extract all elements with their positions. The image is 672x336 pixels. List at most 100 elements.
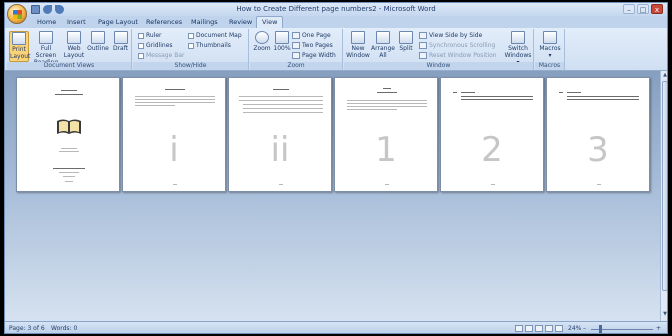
page-thumbnail[interactable] (16, 77, 120, 192)
web-layout-button[interactable]: Web Layout (63, 31, 85, 59)
full-screen-reading-button[interactable]: Full Screen Reading (31, 31, 61, 66)
page-count-status[interactable]: Page: 3 of 6 (9, 325, 45, 332)
document-map-checkbox[interactable]: Document Map (188, 31, 242, 40)
ruler-label: Ruler (146, 32, 162, 39)
web-layout-view-icon[interactable] (535, 325, 543, 332)
checkbox-icon (138, 52, 144, 59)
two-pages-label: Two Pages (302, 42, 333, 49)
checkbox-icon (138, 32, 144, 39)
arrange-all-button[interactable]: Arrange All (371, 31, 395, 59)
page-thumbnail[interactable]: i (122, 77, 226, 192)
new-window-icon (351, 31, 365, 44)
outline-label: Outline (87, 45, 109, 52)
switch-windows-icon (511, 31, 525, 44)
page-width-icon (292, 52, 300, 59)
status-bar: Page: 3 of 6 Words: 0 24% – + (5, 321, 667, 333)
full-screen-reading-icon (39, 31, 53, 44)
reset-window-position-button: Reset Window Position (419, 51, 497, 60)
macros-label: Macros (539, 45, 561, 52)
draft-icon (113, 31, 128, 44)
zoom-out-button[interactable]: – (583, 325, 586, 332)
tab-home[interactable]: Home (37, 18, 56, 26)
page-thumbnail[interactable]: ii (228, 77, 332, 192)
scrollbar-thumb[interactable] (662, 81, 667, 291)
checkbox-icon (188, 42, 194, 49)
outline-view-icon[interactable] (545, 325, 553, 332)
tab-insert[interactable]: Insert (67, 18, 86, 26)
outline-button[interactable]: Outline (86, 31, 110, 52)
window-controls: – □ x (623, 4, 663, 14)
arrange-all-label-2: All (379, 52, 387, 59)
tab-review[interactable]: Review (229, 18, 252, 26)
print-layout-label: Print (12, 46, 26, 53)
group-show-hide: Ruler Gridlines Message Bar Document Map… (133, 29, 249, 70)
thumbnails-checkbox[interactable]: Thumbnails (188, 41, 231, 50)
title-bar: How to Create Different page numbers2 - … (5, 3, 667, 16)
document-area[interactable]: i ii 1 2 3 (5, 71, 660, 321)
arrange-all-icon (376, 31, 390, 44)
two-pages-button[interactable]: Two Pages (292, 41, 333, 50)
full-screen-view-icon[interactable] (525, 325, 533, 332)
new-window-label: New (351, 45, 365, 52)
scroll-up-icon[interactable]: ▲ (662, 72, 667, 79)
page-number: 2 (481, 130, 503, 170)
zoom-in-button[interactable]: + (656, 325, 661, 332)
group-document-views: Print Layout Full Screen Reading Web Lay… (7, 29, 132, 70)
side-by-side-icon (419, 32, 427, 39)
page-thumbnail[interactable]: 1 (334, 77, 438, 192)
page-number: i (169, 130, 179, 170)
document-map-label: Document Map (196, 32, 242, 39)
print-layout-view-icon[interactable] (515, 325, 523, 332)
zoom-100-label: 100% (273, 45, 291, 52)
ruler-checkbox[interactable]: Ruler (138, 31, 162, 40)
tab-mailings[interactable]: Mailings (191, 18, 218, 26)
print-layout-button[interactable]: Print Layout (9, 31, 30, 62)
group-label-show-hide: Show/Hide (133, 62, 248, 70)
web-layout-icon (67, 31, 81, 44)
split-icon (399, 31, 413, 44)
web-layout-label-2: Layout (63, 52, 85, 59)
page-width-button[interactable]: Page Width (292, 51, 336, 60)
one-page-button[interactable]: One Page (292, 31, 331, 40)
new-window-label-2: Window (346, 52, 370, 59)
gridlines-checkbox[interactable]: Gridlines (138, 41, 173, 50)
zoom-slider-thumb[interactable] (599, 325, 602, 333)
office-button[interactable] (7, 4, 27, 24)
full-screen-label: Full Screen (35, 45, 57, 59)
scroll-down-icon[interactable]: ▼ (662, 311, 667, 318)
book-icon (56, 118, 82, 136)
group-label-document-views: Document Views (7, 62, 131, 70)
tab-page-layout[interactable]: Page Layout (98, 18, 138, 26)
split-button[interactable]: Split (397, 31, 415, 52)
zoom-button[interactable]: Zoom (252, 31, 272, 52)
switch-windows-button[interactable]: Switch Windows ▾ (504, 31, 532, 66)
view-side-by-side-label: View Side by Side (429, 32, 483, 39)
group-window: New Window Arrange All Split View Side b… (344, 29, 534, 70)
outline-icon (91, 31, 105, 44)
view-side-by-side-button[interactable]: View Side by Side (419, 31, 482, 40)
draft-button[interactable]: Draft (111, 31, 130, 52)
checkbox-icon (188, 32, 194, 39)
zoom-percent[interactable]: 24% (568, 325, 581, 332)
zoom-label: Zoom (253, 45, 271, 52)
print-layout-icon (12, 32, 26, 45)
maximize-button[interactable]: □ (637, 4, 649, 14)
magnifier-icon (255, 31, 269, 44)
close-button[interactable]: x (651, 4, 663, 14)
vertical-scrollbar[interactable]: ▲ ▼ (660, 71, 667, 321)
minimize-button[interactable]: – (623, 4, 635, 14)
draft-view-icon[interactable] (555, 325, 563, 332)
page-thumbnail[interactable]: 3 (546, 77, 650, 192)
page-thumbnail[interactable]: 2 (440, 77, 544, 192)
macros-button[interactable]: Macros ▾ (537, 31, 563, 59)
message-bar-label: Message Bar (146, 52, 185, 59)
synchronous-scrolling-button: Synchronous Scrolling (419, 41, 495, 50)
new-window-button[interactable]: New Window (346, 31, 370, 59)
zoom-100-button[interactable]: 100% (273, 31, 291, 52)
tab-references[interactable]: References (146, 18, 182, 26)
one-page-icon (292, 32, 300, 39)
word-count-status[interactable]: Words: 0 (51, 325, 77, 332)
one-page-label: One Page (302, 32, 331, 39)
group-zoom: Zoom 100% One Page Two Pages Page Width … (250, 29, 343, 70)
switch-windows-label: Switch (508, 45, 528, 52)
